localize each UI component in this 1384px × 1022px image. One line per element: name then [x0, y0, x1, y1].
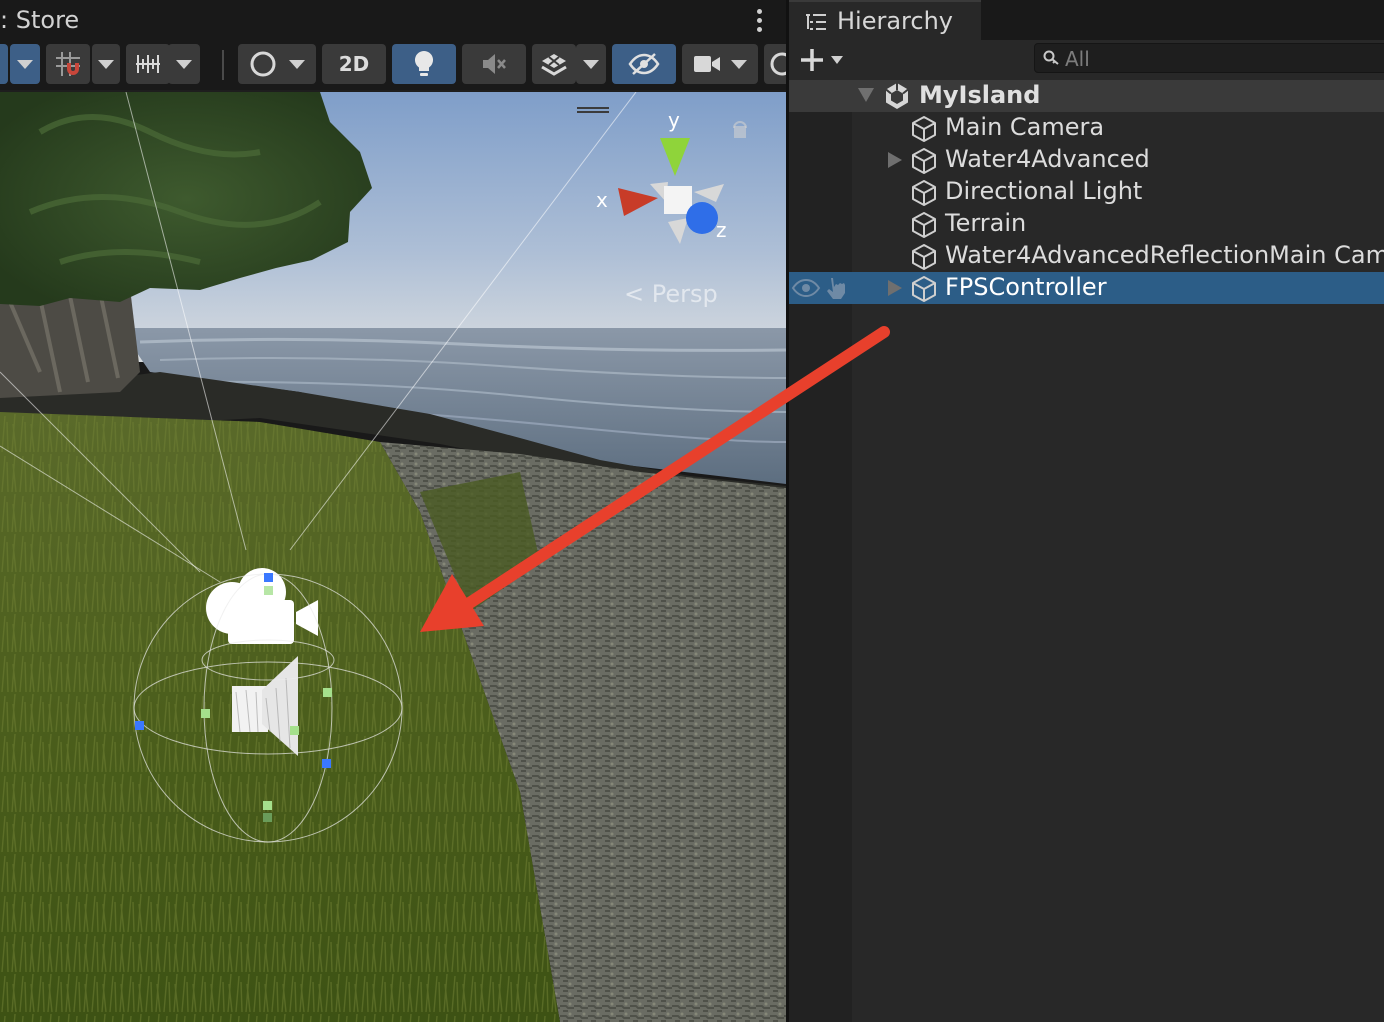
grid-snap-icon [56, 52, 80, 76]
plus-icon [801, 49, 823, 71]
gameobject-icon [912, 276, 936, 302]
chevron-down-icon [731, 59, 747, 69]
gameobject-icon [912, 180, 936, 206]
hierarchy-item-reflection-camera[interactable]: Water4AdvancedReflectionMain Came [789, 240, 1384, 272]
hierarchy-item-water4advanced[interactable]: Water4Advanced [789, 144, 1384, 176]
tool-handle-button[interactable] [0, 44, 8, 84]
mode-2d-label: 2D [338, 52, 370, 76]
gizmo-x-label[interactable]: x [596, 188, 608, 212]
collapse-arrow-icon[interactable] [858, 88, 874, 102]
increment-snap-icon [136, 55, 160, 73]
gameobject-icon [912, 244, 936, 270]
effects-dropdown[interactable] [576, 44, 606, 84]
scene-toolbar: 2D [0, 40, 786, 92]
gizmos-icon [770, 52, 786, 76]
hierarchy-panel: Hierarchy MyIsland [789, 0, 1384, 1022]
hierarchy-item-fpscontroller[interactable]: FPSController [789, 272, 1384, 304]
audio-mute-icon [483, 54, 506, 74]
projection-mode-text: Persp [651, 280, 718, 308]
scene-name: MyIsland [919, 81, 1041, 109]
hierarchy-item-label: Terrain [945, 209, 1027, 237]
chevron-down-icon [98, 59, 114, 69]
hierarchy-item-label: Water4Advanced [945, 145, 1150, 173]
gizmos-button[interactable] [764, 44, 786, 84]
tool-handle-dropdown[interactable] [10, 44, 40, 84]
hierarchy-item-directional-light[interactable]: Directional Light [789, 176, 1384, 208]
mode-2d-toggle[interactable]: 2D [322, 44, 386, 84]
increment-snap-dropdown[interactable] [168, 44, 200, 84]
hierarchy-item-terrain[interactable]: Terrain [789, 208, 1384, 240]
search-icon [1043, 50, 1059, 65]
gizmo-y-label[interactable]: y [668, 108, 680, 132]
hierarchy-item-label: Water4AdvancedReflectionMain Came [945, 241, 1384, 269]
hierarchy-item-label: Directional Light [945, 177, 1143, 205]
audio-toggle[interactable] [462, 44, 526, 84]
chevron-down-icon [17, 59, 33, 69]
tab-hierarchy[interactable]: Hierarchy [789, 0, 981, 40]
scene-view-panel: : Store 2D < Persp x y z [0, 0, 786, 1022]
tab-store[interactable]: : Store [0, 6, 79, 34]
camera-icon [694, 56, 720, 72]
grid-snap-dropdown[interactable] [92, 44, 120, 84]
chevron-down-icon [176, 59, 192, 69]
gizmo-z-label[interactable]: z [716, 218, 727, 242]
chevron-down-icon [289, 59, 305, 69]
scene-tab-bar: : Store [0, 0, 786, 40]
create-object-dropdown[interactable] [799, 44, 855, 76]
scene-viewport[interactable]: < Persp x y z [0, 92, 786, 1022]
grid-snap-button[interactable] [46, 44, 90, 84]
gameobject-icon [912, 116, 936, 142]
hierarchy-list-icon [806, 14, 826, 30]
pick-hand-icon[interactable] [823, 275, 849, 301]
hierarchy-tab-strip: Hierarchy [789, 0, 1384, 40]
colon-glyph: : [0, 6, 9, 34]
lighting-icon [414, 50, 434, 76]
projection-label[interactable]: < Persp [624, 280, 718, 308]
effects-button[interactable] [532, 44, 576, 84]
camera-settings-dropdown[interactable] [682, 44, 758, 84]
hierarchy-search-field[interactable] [1034, 43, 1384, 73]
search-input[interactable] [1065, 46, 1365, 72]
scene-row[interactable]: MyIsland [789, 80, 1384, 112]
unity-scene-icon [885, 83, 909, 109]
shading-mode-icon [250, 51, 276, 77]
expand-arrow-icon[interactable] [888, 152, 902, 168]
effects-icon [541, 54, 567, 76]
toolbar-separator [222, 50, 224, 80]
eye-icon[interactable] [791, 278, 821, 298]
shading-mode-dropdown[interactable] [238, 44, 316, 84]
lighting-toggle[interactable] [392, 44, 456, 84]
increment-snap-button[interactable] [126, 44, 170, 84]
tab-hierarchy-label: Hierarchy [837, 7, 954, 35]
hierarchy-toolbar [789, 40, 1384, 80]
more-options-icon[interactable] [751, 6, 767, 34]
gameobject-icon [912, 212, 936, 238]
gameobject-icon [912, 148, 936, 174]
hierarchy-item-label: Main Camera [945, 113, 1105, 141]
scene-render [0, 92, 786, 1022]
tab-store-label: Store [15, 6, 80, 34]
hidden-objects-icon [628, 53, 660, 75]
hierarchy-item-label: FPSController [945, 273, 1107, 301]
hierarchy-item-main-camera[interactable]: Main Camera [789, 112, 1384, 144]
chevron-down-icon [831, 56, 843, 64]
expand-arrow-icon[interactable] [888, 280, 902, 296]
chevron-down-icon [583, 59, 599, 69]
hidden-objects-toggle[interactable] [612, 44, 676, 84]
